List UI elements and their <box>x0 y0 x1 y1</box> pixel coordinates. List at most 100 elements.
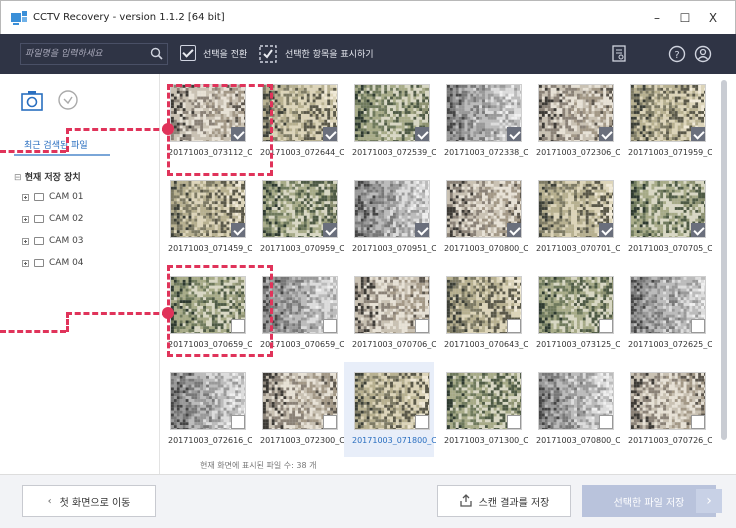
report-icon[interactable] <box>610 45 628 63</box>
thumbnail-image[interactable] <box>538 276 614 334</box>
thumbnail-image[interactable] <box>262 84 338 142</box>
file-checkbox[interactable] <box>691 127 705 141</box>
thumbnail-image[interactable] <box>446 180 522 238</box>
thumbnail-image[interactable] <box>262 276 338 334</box>
file-checkbox[interactable] <box>415 127 429 141</box>
thumbnail-image[interactable] <box>446 84 522 142</box>
thumbnail-image[interactable] <box>538 180 614 238</box>
tree-root[interactable]: ⊟ 현재 저장 장치 <box>14 170 81 183</box>
file-name: 20171003_070726_CA... <box>628 436 712 445</box>
file-tile[interactable]: 20171003_071300_CA... <box>436 362 528 457</box>
file-tile[interactable]: 20171003_072625_CA... <box>620 266 712 361</box>
thumbnail-image[interactable] <box>354 372 430 430</box>
file-checkbox[interactable] <box>599 223 613 237</box>
folder-icon <box>34 193 44 201</box>
file-checkbox[interactable] <box>323 127 337 141</box>
file-name: 20171003_070643_CA... <box>444 340 528 349</box>
search-icon[interactable] <box>150 47 163 60</box>
file-tile[interactable]: 20171003_073125_CA... <box>528 266 620 361</box>
file-tile[interactable]: 20171003_070643_CA... <box>436 266 528 361</box>
file-checkbox[interactable] <box>599 127 613 141</box>
maximize-button[interactable]: ☐ <box>675 9 695 27</box>
thumbnail-image[interactable] <box>354 84 430 142</box>
file-tile[interactable]: 20171003_070951_CA... <box>344 170 436 265</box>
file-checkbox[interactable] <box>323 319 337 333</box>
close-button[interactable]: X <box>703 9 723 27</box>
account-icon[interactable] <box>694 45 712 63</box>
chevron-right-icon[interactable]: › <box>696 489 722 513</box>
file-tile[interactable]: 20171003_071959_CA... <box>620 74 712 169</box>
thumbnail-image[interactable] <box>446 276 522 334</box>
thumbnail-image[interactable] <box>630 276 706 334</box>
file-tile[interactable]: 20171003_070800_CA... <box>436 170 528 265</box>
thumbnail-image[interactable] <box>630 372 706 430</box>
thumbnail-image[interactable] <box>262 372 338 430</box>
thumbnail-image[interactable] <box>170 180 246 238</box>
camera-tab-icon[interactable] <box>20 88 44 112</box>
file-checkbox[interactable] <box>323 223 337 237</box>
file-checkbox[interactable] <box>507 415 521 429</box>
file-tile[interactable]: 20171003_070701_CA... <box>528 170 620 265</box>
file-tile[interactable]: 20171003_072338_CA... <box>436 74 528 169</box>
file-tile[interactable]: 20171003_070726_CA... <box>620 362 712 457</box>
scroll-thumb[interactable] <box>721 80 727 440</box>
thumbnail-image[interactable] <box>446 372 522 430</box>
thumbnail-image[interactable] <box>354 180 430 238</box>
file-tile[interactable]: 20171003_072306_CA... <box>528 74 620 169</box>
file-checkbox[interactable] <box>415 223 429 237</box>
file-checkbox[interactable] <box>231 415 245 429</box>
file-checkbox[interactable] <box>691 223 705 237</box>
file-checkbox[interactable] <box>415 319 429 333</box>
expand-icon[interactable] <box>22 237 29 245</box>
search-input[interactable] <box>21 44 141 64</box>
highlight-box-1 <box>167 84 273 176</box>
window-title: CCTV Recovery - version 1.1.2 [64 bit] <box>33 12 225 23</box>
thumbnail-image[interactable] <box>170 372 246 430</box>
file-checkbox[interactable] <box>507 127 521 141</box>
file-checkbox[interactable] <box>323 415 337 429</box>
tree-item-label: CAM 03 <box>49 236 84 246</box>
file-checkbox[interactable] <box>507 319 521 333</box>
file-checkbox[interactable] <box>691 319 705 333</box>
thumbnail-image[interactable] <box>262 180 338 238</box>
expand-icon[interactable] <box>22 215 29 223</box>
thumbnail-image[interactable] <box>630 180 706 238</box>
tree-item-cam04[interactable]: CAM 04 <box>22 258 84 268</box>
thumbnail-image[interactable] <box>538 372 614 430</box>
help-icon[interactable]: ? <box>668 45 686 63</box>
file-checkbox[interactable] <box>231 223 245 237</box>
file-tile[interactable]: 20171003_070800_CA... <box>528 362 620 457</box>
file-checkbox[interactable] <box>599 415 613 429</box>
scrollbar[interactable] <box>720 80 728 460</box>
minimize-button[interactable]: – <box>647 9 667 27</box>
thumbnail-image[interactable] <box>630 84 706 142</box>
file-tile[interactable]: 20171003_070705_CA... <box>620 170 712 265</box>
back-to-home-button[interactable]: ‹ 첫 화면으로 이동 <box>22 485 156 517</box>
toggle-selection-label[interactable]: 선택을 전환 <box>203 47 247 60</box>
expand-icon[interactable] <box>22 259 29 267</box>
file-checkbox[interactable] <box>691 415 705 429</box>
expand-icon[interactable] <box>22 193 29 201</box>
file-tile[interactable]: 20171003_071459_CA... <box>160 170 252 265</box>
file-tile[interactable]: 20171003_072539_CA... <box>344 74 436 169</box>
tree-item-cam02[interactable]: CAM 02 <box>22 214 84 224</box>
file-checkbox[interactable] <box>599 319 613 333</box>
thumbnail-image[interactable] <box>538 84 614 142</box>
history-tab-icon[interactable] <box>56 88 80 112</box>
file-tile[interactable]: 20171003_070706_CA... <box>344 266 436 361</box>
show-selected-icon[interactable] <box>259 45 277 63</box>
file-tile[interactable]: 20171003_072616_CA... <box>160 362 252 457</box>
save-scan-result-button[interactable]: 스캔 결과를 저장 <box>437 485 571 517</box>
thumbnail-image[interactable] <box>354 276 430 334</box>
toggle-selection-icon[interactable] <box>180 45 196 61</box>
file-tile[interactable]: 20171003_071800_CA... <box>344 362 436 457</box>
save-selected-label: 선택한 파일 저장 <box>613 497 685 509</box>
show-selected-label[interactable]: 선택한 항목을 표시하기 <box>285 47 374 60</box>
file-tile[interactable]: 20171003_072300_CA... <box>252 362 344 457</box>
file-name: 20171003_070959_CA... <box>260 244 344 253</box>
file-tile[interactable]: 20171003_070959_CA... <box>252 170 344 265</box>
tree-item-cam01[interactable]: CAM 01 <box>22 192 84 202</box>
tree-item-cam03[interactable]: CAM 03 <box>22 236 84 246</box>
file-checkbox[interactable] <box>507 223 521 237</box>
file-checkbox[interactable] <box>415 415 429 429</box>
